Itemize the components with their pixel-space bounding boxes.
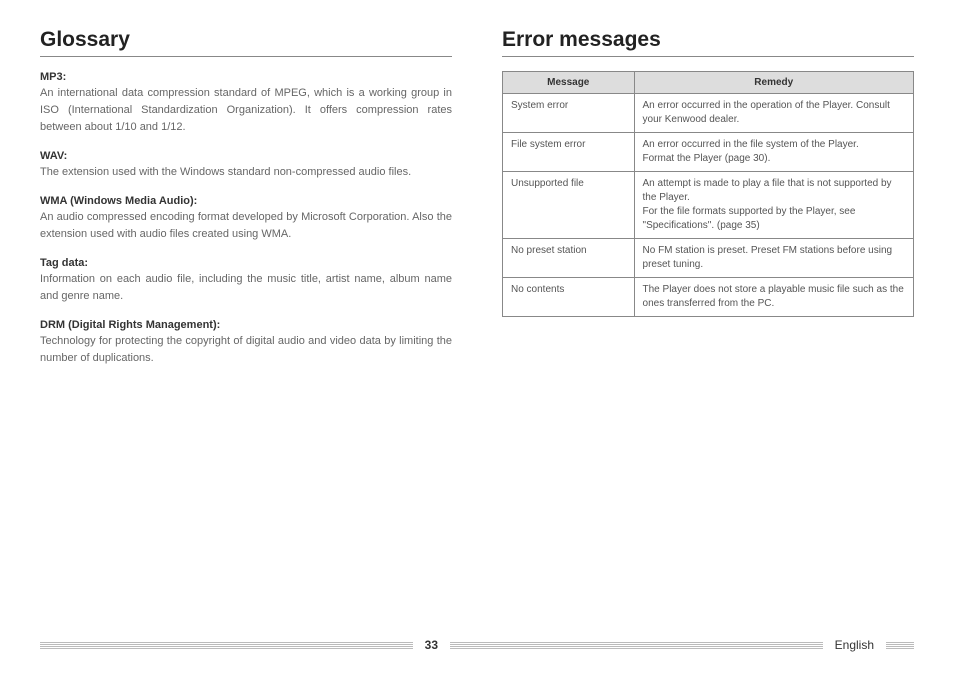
glossary-term: MP3: bbox=[40, 71, 452, 83]
page-number: 33 bbox=[413, 638, 450, 652]
col-header-remedy: Remedy bbox=[634, 72, 913, 94]
page-footer: 33 English bbox=[0, 635, 954, 655]
error-heading: Error messages bbox=[502, 28, 914, 57]
glossary-definition: Information on each audio file, includin… bbox=[40, 271, 452, 305]
glossary-definition: An audio compressed encoding format deve… bbox=[40, 209, 452, 243]
cell-message: No contents bbox=[503, 278, 635, 317]
glossary-entry: DRM (Digital Rights Management): Technolo… bbox=[40, 319, 452, 367]
glossary-term: WMA (Windows Media Audio): bbox=[40, 195, 452, 207]
cell-remedy: No FM station is preset. Preset FM stati… bbox=[634, 239, 913, 278]
cell-remedy: An attempt is made to play a file that i… bbox=[634, 172, 913, 239]
cell-remedy: An error occurred in the operation of th… bbox=[634, 94, 913, 133]
glossary-entry: MP3: An international data compression st… bbox=[40, 71, 452, 136]
table-row: File system errorAn error occurred in th… bbox=[503, 133, 914, 172]
cell-message: Unsupported file bbox=[503, 172, 635, 239]
glossary-term: Tag data: bbox=[40, 257, 452, 269]
glossary-definition: An international data compression standa… bbox=[40, 85, 452, 136]
glossary-term: DRM (Digital Rights Management): bbox=[40, 319, 452, 331]
glossary-entry: Tag data: Information on each audio file,… bbox=[40, 257, 452, 305]
error-column: Error messages Message Remedy System err… bbox=[502, 28, 914, 381]
error-table: Message Remedy System errorAn error occu… bbox=[502, 71, 914, 317]
language-label: English bbox=[823, 638, 886, 652]
table-row: No preset stationNo FM station is preset… bbox=[503, 239, 914, 278]
cell-message: No preset station bbox=[503, 239, 635, 278]
cell-message: System error bbox=[503, 94, 635, 133]
col-header-message: Message bbox=[503, 72, 635, 94]
table-row: System errorAn error occurred in the ope… bbox=[503, 94, 914, 133]
glossary-heading: Glossary bbox=[40, 28, 452, 57]
glossary-entry: WMA (Windows Media Audio): An audio compr… bbox=[40, 195, 452, 243]
glossary-entry: WAV: The extension used with the Windows … bbox=[40, 150, 452, 181]
cell-remedy: The Player does not store a playable mus… bbox=[634, 278, 913, 317]
glossary-column: Glossary MP3: An international data compr… bbox=[40, 28, 452, 381]
table-row: Unsupported fileAn attempt is made to pl… bbox=[503, 172, 914, 239]
cell-message: File system error bbox=[503, 133, 635, 172]
cell-remedy: An error occurred in the file system of … bbox=[634, 133, 913, 172]
glossary-definition: The extension used with the Windows stan… bbox=[40, 164, 452, 181]
glossary-term: WAV: bbox=[40, 150, 452, 162]
table-row: No contentsThe Player does not store a p… bbox=[503, 278, 914, 317]
glossary-definition: Technology for protecting the copyright … bbox=[40, 333, 452, 367]
